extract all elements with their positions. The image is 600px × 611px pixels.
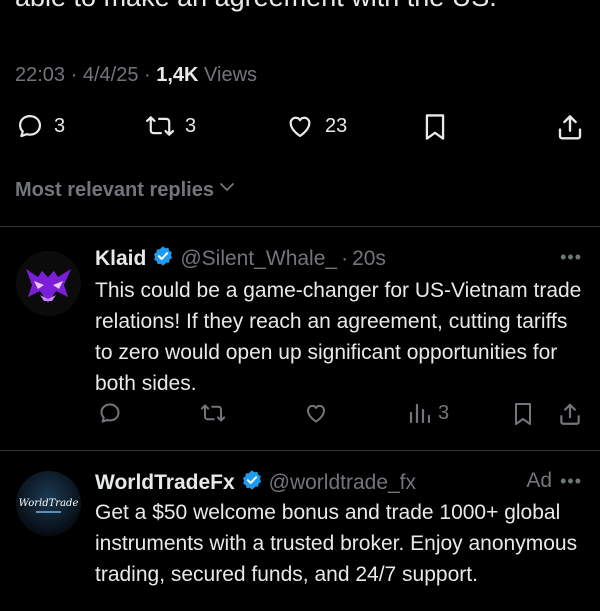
reply-time[interactable]: 20s (352, 247, 386, 271)
reply-item[interactable]: Klaid @Silent_Whale_ · 20s ••• This coul… (0, 227, 600, 449)
more-options-icon[interactable]: ••• (560, 471, 582, 492)
author-name[interactable]: Klaid (95, 247, 146, 271)
repost-button[interactable] (200, 401, 226, 425)
ad-text: Get a $50 welcome bonus and trade 1000+ … (95, 501, 578, 586)
ad-item[interactable]: WorldTrade WorldTradeFx @worldtrade_fx A… (0, 451, 600, 611)
chevron-down-icon (218, 178, 236, 202)
like-button[interactable] (303, 401, 329, 425)
verified-badge-icon (241, 469, 263, 497)
header-separator: · (341, 247, 349, 270)
bookmark-icon (422, 112, 448, 142)
meta-separator: · (144, 64, 157, 86)
repost-button[interactable]: 3 (145, 112, 196, 140)
meta-separator: · (70, 64, 83, 86)
like-count: 23 (325, 114, 348, 137)
reply-button[interactable]: 3 (16, 112, 65, 140)
heart-icon (303, 401, 329, 425)
reply-actions: 3 (0, 401, 600, 431)
avatar[interactable] (16, 251, 81, 316)
share-button[interactable] (555, 112, 585, 142)
sort-replies-button[interactable]: Most relevant replies (15, 178, 236, 202)
author-handle[interactable]: @Silent_Whale_ (180, 247, 337, 271)
repost-icon (145, 112, 175, 140)
more-options-icon[interactable]: ••• (560, 247, 582, 268)
post-meta: 22:03 · 4/4/25 · 1,4K Views (15, 64, 257, 87)
share-button[interactable] (557, 401, 583, 427)
reply-icon (98, 401, 122, 425)
views-button[interactable]: 3 (408, 401, 449, 425)
reply-header: WorldTradeFx @worldtrade_fx (95, 469, 416, 497)
views-label[interactable]: Views (204, 64, 257, 86)
analytics-icon (408, 401, 430, 425)
reply-button[interactable] (98, 401, 122, 425)
like-button[interactable]: 23 (285, 112, 347, 140)
verified-badge-icon (152, 245, 174, 273)
reply-icon (16, 112, 44, 140)
avatar-brand-text: WorldTrade (19, 498, 79, 509)
reply-header: Klaid @Silent_Whale_ · 20s (95, 245, 386, 273)
sort-label: Most relevant replies (15, 178, 214, 201)
reply-text: This could be a game-changer for US-Viet… (95, 279, 582, 395)
author-handle[interactable]: @worldtrade_fx (269, 471, 416, 495)
views-count: 3 (438, 401, 450, 424)
share-icon (557, 401, 583, 427)
repost-count: 3 (185, 114, 197, 137)
ad-label: Ad (526, 469, 552, 492)
bookmark-button[interactable] (512, 401, 534, 427)
avatar[interactable]: WorldTrade (16, 471, 81, 536)
bookmark-icon (512, 401, 534, 427)
heart-icon (285, 112, 315, 140)
repost-icon (200, 401, 226, 425)
post-time[interactable]: 22:03 (15, 64, 65, 86)
reply-count: 3 (54, 114, 66, 137)
share-icon (555, 112, 585, 142)
views-count[interactable]: 1,4K (156, 64, 198, 86)
bookmark-button[interactable] (422, 112, 448, 142)
post-text-tail: able to make an agreement with the US. (15, 0, 497, 13)
post-date[interactable]: 4/4/25 (83, 64, 139, 86)
author-name[interactable]: WorldTradeFx (95, 471, 235, 495)
post-actions: 3 3 23 (0, 112, 600, 148)
